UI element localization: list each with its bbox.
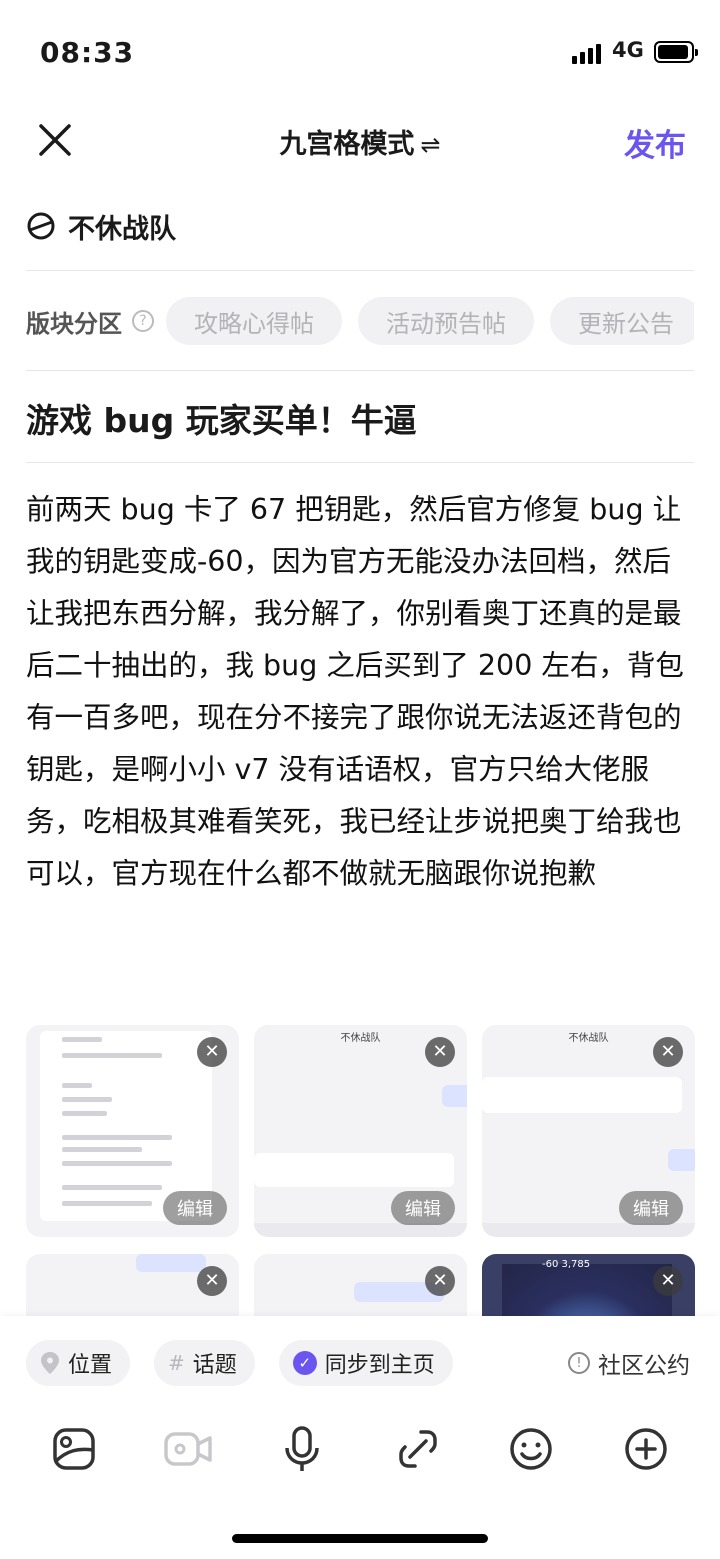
status-bar: 08:33 4G bbox=[0, 0, 720, 100]
mode-title: 九宫格模式 bbox=[279, 129, 415, 160]
status-time: 08:33 bbox=[40, 36, 135, 69]
edit-image-button[interactable]: 编辑 bbox=[391, 1191, 455, 1225]
voice-button[interactable] bbox=[274, 1421, 330, 1477]
image-thumbnail[interactable]: ✕ 编辑 bbox=[26, 1025, 239, 1237]
edit-image-button[interactable]: 编辑 bbox=[619, 1191, 683, 1225]
remove-image-button[interactable]: ✕ bbox=[197, 1266, 227, 1296]
remove-image-button[interactable]: ✕ bbox=[425, 1266, 455, 1296]
check-icon: ✓ bbox=[292, 1351, 317, 1375]
hashtag-icon: # bbox=[168, 1351, 185, 1375]
battery-icon bbox=[654, 41, 698, 63]
image-icon bbox=[53, 1428, 95, 1470]
swap-icon: ⇌ bbox=[420, 131, 441, 159]
mode-switch[interactable]: 九宫格模式 ⇌ bbox=[0, 122, 720, 161]
community-rules-link[interactable]: ! 社区公约 bbox=[568, 1340, 690, 1386]
post-title[interactable]: 游戏 bug 玩家买单！牛逼 bbox=[26, 394, 417, 442]
sync-label: 同步到主页 bbox=[324, 1353, 435, 1378]
info-icon: ! bbox=[568, 1352, 590, 1374]
team-selector[interactable]: 不休战队 bbox=[26, 200, 176, 252]
video-icon bbox=[164, 1432, 212, 1466]
toolbar bbox=[0, 1421, 720, 1477]
section-chip[interactable]: 更新公告 bbox=[550, 297, 694, 345]
help-icon[interactable]: ? bbox=[132, 310, 154, 332]
emoji-icon bbox=[510, 1428, 552, 1470]
team-icon bbox=[27, 212, 55, 240]
add-icon bbox=[625, 1428, 667, 1470]
location-button[interactable]: 位置 bbox=[26, 1340, 131, 1386]
edit-image-button[interactable]: 编辑 bbox=[163, 1191, 227, 1225]
link-icon bbox=[399, 1430, 437, 1468]
image-button[interactable] bbox=[46, 1421, 102, 1477]
section-label: 版块分区 bbox=[26, 309, 122, 338]
publish-button[interactable]: 发布 bbox=[624, 120, 686, 165]
rules-label: 社区公约 bbox=[598, 1353, 690, 1379]
divider bbox=[26, 462, 694, 463]
post-body[interactable]: 前两天 bug 卡了 67 把钥匙，然后官方修复 bug 让我的钥匙变成-60，… bbox=[26, 484, 698, 900]
divider bbox=[26, 370, 694, 371]
microphone-icon bbox=[285, 1426, 319, 1471]
section-chip[interactable]: 攻略心得帖 bbox=[166, 297, 342, 345]
network-label: 4G bbox=[612, 38, 644, 62]
sync-toggle[interactable]: ✓ 同步到主页 bbox=[278, 1340, 453, 1386]
link-button[interactable] bbox=[390, 1421, 446, 1477]
location-label: 位置 bbox=[68, 1353, 113, 1378]
topic-label: 话题 bbox=[192, 1353, 237, 1378]
section-row: 版块分区 ? 攻略心得帖 活动预告帖 更新公告 bbox=[26, 296, 694, 346]
team-name: 不休战队 bbox=[68, 213, 176, 245]
header: 九宫格模式 ⇌ 发布 bbox=[0, 100, 720, 180]
remove-image-button[interactable]: ✕ bbox=[653, 1266, 683, 1296]
remove-image-button[interactable]: ✕ bbox=[425, 1037, 455, 1067]
game-stats: -60 3,785 bbox=[542, 1259, 591, 1270]
location-icon bbox=[41, 1352, 59, 1374]
home-indicator bbox=[232, 1534, 488, 1543]
section-chip[interactable]: 活动预告帖 bbox=[358, 297, 534, 345]
image-thumbnail[interactable]: 不休战队 ✕ 编辑 bbox=[254, 1025, 467, 1237]
divider bbox=[26, 270, 694, 271]
image-thumbnail[interactable]: 不休战队 ✕ 编辑 bbox=[482, 1025, 695, 1237]
bottom-panel: 位置 # 话题 ✓ 同步到主页 ! 社区公约 bbox=[0, 1316, 720, 1559]
topic-button[interactable]: # 话题 bbox=[154, 1340, 255, 1386]
add-button[interactable] bbox=[618, 1421, 674, 1477]
remove-image-button[interactable]: ✕ bbox=[197, 1037, 227, 1067]
emoji-button[interactable] bbox=[503, 1421, 559, 1477]
video-button bbox=[160, 1421, 216, 1477]
remove-image-button[interactable]: ✕ bbox=[653, 1037, 683, 1067]
signal-icon bbox=[572, 42, 601, 64]
